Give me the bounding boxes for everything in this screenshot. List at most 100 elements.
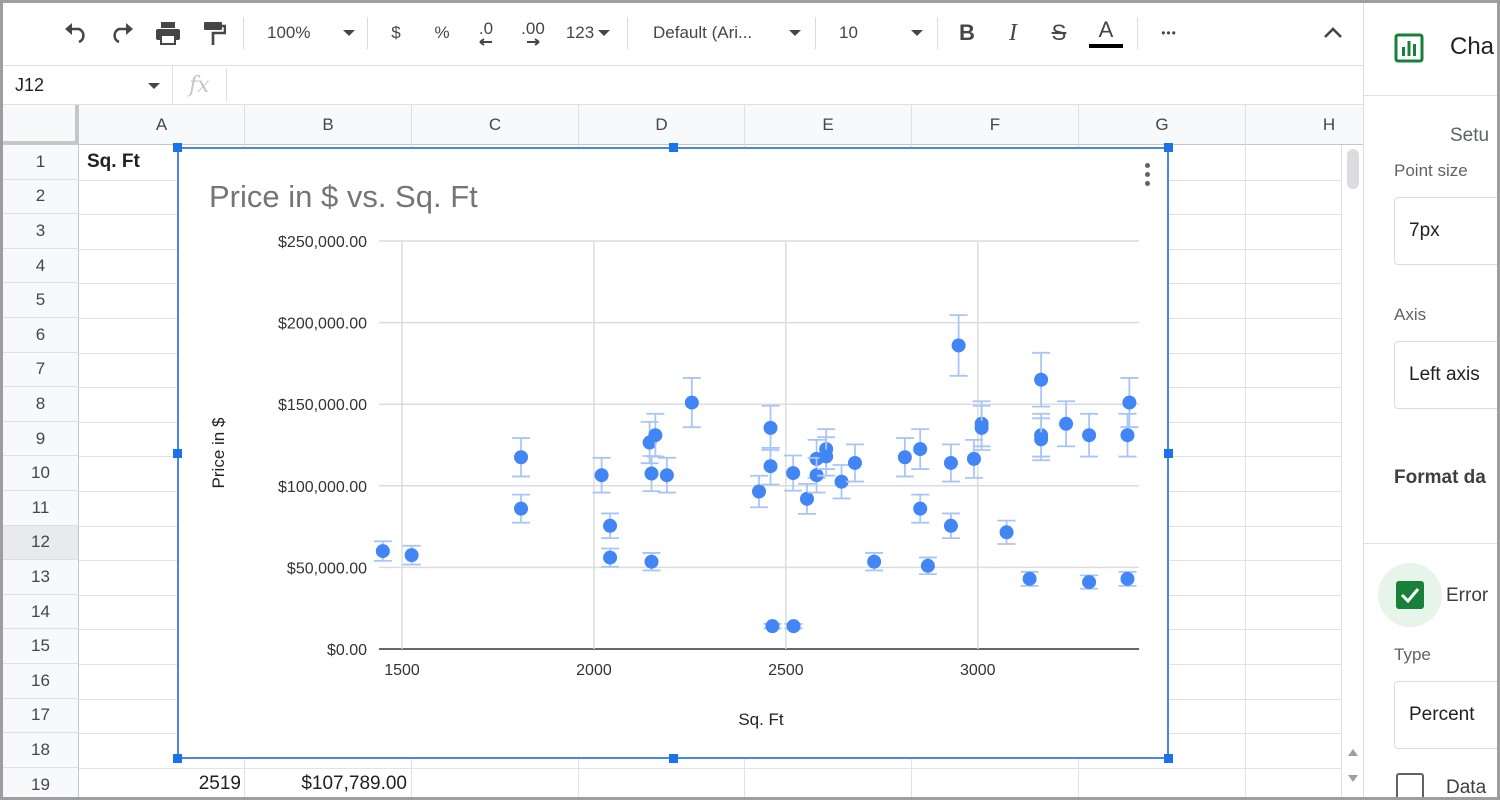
row-header-15[interactable]: 15 <box>3 629 79 664</box>
text-color-swatch <box>1089 43 1123 48</box>
error-bars-checkbox[interactable] <box>1396 581 1424 609</box>
increase-decimal-button[interactable]: .00 <box>513 13 553 53</box>
data-point <box>1082 575 1097 590</box>
column-header-f[interactable]: F <box>912 105 1079 145</box>
resize-handle-bottom-left[interactable] <box>173 754 182 763</box>
column-header-g[interactable]: G <box>1079 105 1246 145</box>
data-point <box>514 450 529 465</box>
data-labels-checkbox[interactable] <box>1396 773 1424 797</box>
more-formats-button[interactable]: 123 <box>559 13 617 53</box>
data-point <box>951 338 966 353</box>
toolbar-divider <box>243 17 244 49</box>
format-currency-button[interactable]: $ <box>381 13 411 53</box>
row-header-4[interactable]: 4 <box>3 248 79 284</box>
row-header-8[interactable]: 8 <box>3 387 79 422</box>
point-size-select[interactable]: 7px <box>1394 197 1497 265</box>
row-header-1[interactable]: 1 <box>3 145 79 180</box>
formula-bar: J12 fx <box>3 65 1363 105</box>
row-header-13[interactable]: 13 <box>3 560 79 595</box>
axis-select[interactable]: Left axis <box>1394 341 1497 409</box>
zoom-select[interactable]: 100% <box>255 13 359 53</box>
data-point <box>943 518 958 533</box>
column-header-d[interactable]: D <box>579 105 745 145</box>
column-header-c[interactable]: C <box>412 105 579 145</box>
resize-handle-top[interactable] <box>669 143 678 152</box>
name-box-value: J12 <box>15 74 45 95</box>
print-button[interactable] <box>151 13 185 53</box>
cell-a19[interactable]: 2519 <box>79 773 241 795</box>
resize-handle-top-right[interactable] <box>1164 143 1173 152</box>
row-header-9[interactable]: 9 <box>3 421 79 457</box>
column-header-b[interactable]: B <box>245 105 412 145</box>
row-header-19[interactable]: 19 <box>3 767 79 797</box>
row-header-12[interactable]: 12 <box>3 525 79 561</box>
collapse-toolbar-button[interactable] <box>1315 13 1351 53</box>
bold-button[interactable]: B <box>951 13 983 53</box>
toolbar-divider <box>937 17 938 49</box>
vertical-scrollbar[interactable] <box>1341 145 1363 797</box>
data-point <box>943 455 958 470</box>
resize-handle-right[interactable] <box>1164 449 1173 458</box>
strikethrough-button[interactable]: S <box>1043 13 1075 53</box>
toolbar-divider <box>627 17 628 49</box>
more-options-button[interactable]: ••• <box>1149 13 1189 53</box>
select-all-corner[interactable] <box>3 105 79 145</box>
column-header-a[interactable]: A <box>79 105 245 145</box>
data-point <box>913 442 928 457</box>
data-point <box>799 491 814 506</box>
decrease-decimal-button[interactable]: .0 <box>469 13 503 53</box>
row-header-3[interactable]: 3 <box>3 214 79 249</box>
arrow-right-icon <box>527 38 540 46</box>
y-tick-label: $50,000.00 <box>287 560 367 577</box>
cell-a1[interactable]: Sq. Ft <box>87 151 140 173</box>
name-box[interactable]: J12 <box>3 66 173 104</box>
error-type-select[interactable]: Percent <box>1394 681 1497 749</box>
font-family-select[interactable]: Default (Ari... <box>639 13 805 53</box>
x-tick-label: 2000 <box>576 662 612 679</box>
error-type-value: Percent <box>1409 704 1475 725</box>
paint-format-button[interactable] <box>197 13 231 53</box>
font-size-select[interactable]: 10 <box>827 13 927 53</box>
row-header-7[interactable]: 7 <box>3 352 79 388</box>
resize-handle-bottom[interactable] <box>669 754 678 763</box>
panel-divider <box>1364 543 1497 544</box>
chevron-down-icon <box>911 30 923 36</box>
chart-menu-button[interactable] <box>1141 163 1153 191</box>
row-header-5[interactable]: 5 <box>3 283 79 318</box>
row-header-18[interactable]: 18 <box>3 733 79 768</box>
resize-handle-left[interactable] <box>173 449 182 458</box>
row-header-10[interactable]: 10 <box>3 456 79 491</box>
text-color-button[interactable]: A <box>1087 13 1125 53</box>
scrollbar-thumb[interactable] <box>1347 149 1359 189</box>
row-header-11[interactable]: 11 <box>3 491 79 526</box>
scroll-down-icon[interactable] <box>1348 775 1358 782</box>
check-icon <box>1400 588 1420 604</box>
row-header-2[interactable]: 2 <box>3 179 79 215</box>
x-tick-label: 3000 <box>960 662 996 679</box>
column-header-h[interactable]: H <box>1246 105 1363 145</box>
row-header-16[interactable]: 16 <box>3 664 79 699</box>
format-percent-button[interactable]: % <box>427 13 457 53</box>
tab-setup[interactable]: Setu <box>1450 125 1489 147</box>
scroll-up-icon[interactable] <box>1348 749 1358 756</box>
row-header-14[interactable]: 14 <box>3 594 79 630</box>
resize-handle-top-left[interactable] <box>173 143 182 152</box>
chevron-down-icon <box>598 30 611 36</box>
row-header-6[interactable]: 6 <box>3 318 79 353</box>
row-header-17[interactable]: 17 <box>3 698 79 734</box>
undo-button[interactable] <box>59 13 93 53</box>
cell-b19[interactable]: $107,789.00 <box>245 773 407 795</box>
data-point <box>974 420 989 435</box>
row-gridline <box>79 767 1363 769</box>
column-header-e[interactable]: E <box>745 105 912 145</box>
italic-button[interactable]: I <box>997 13 1029 53</box>
redo-button[interactable] <box>105 13 139 53</box>
resize-handle-bottom-right[interactable] <box>1164 754 1173 763</box>
data-point <box>404 548 419 563</box>
axis-value: Left axis <box>1409 364 1480 385</box>
data-point <box>765 619 780 634</box>
zoom-value: 100% <box>267 23 311 42</box>
formula-input[interactable] <box>243 68 1343 102</box>
scatter-chart[interactable]: $0.00 $50,000.00 $100,000.00 $150,000.00 $20… <box>177 147 1169 759</box>
data-point <box>1034 372 1049 387</box>
